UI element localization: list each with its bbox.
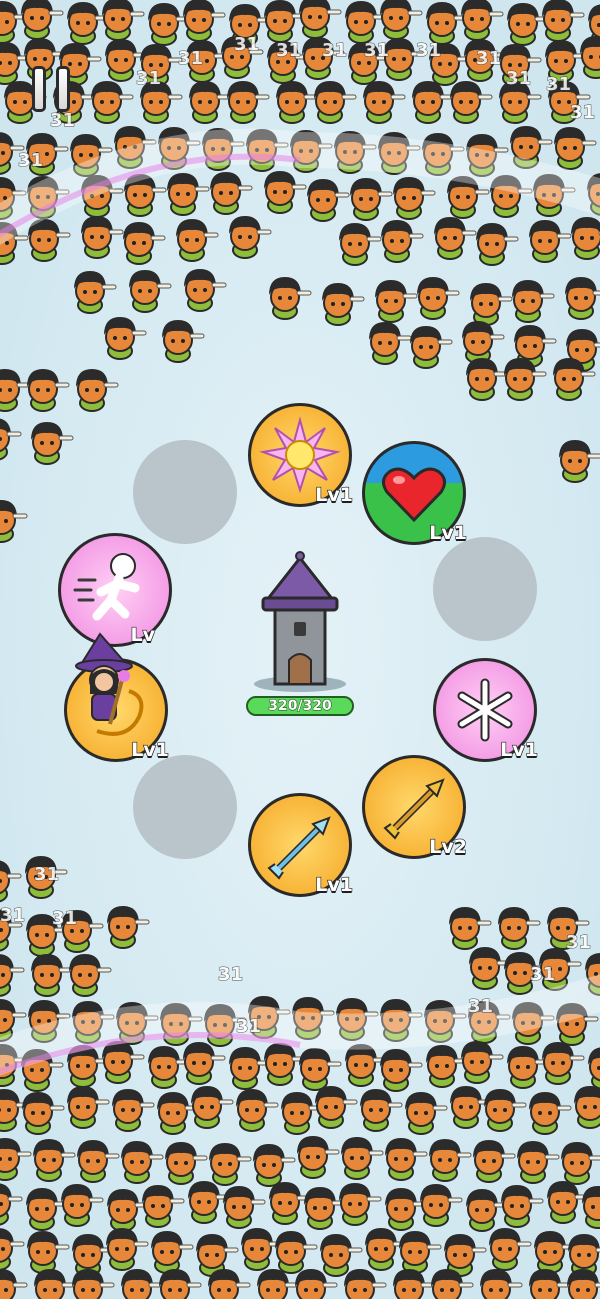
damage-number: 31 [51, 908, 78, 930]
tower-health-bar: 320/320 [246, 696, 354, 716]
damage-number: 31 [17, 150, 44, 172]
skill-slot-speed[interactable]: Lv [58, 533, 172, 647]
skill-slot-heart[interactable]: Lv1 [362, 441, 468, 545]
skill-level-label: Lv1 [131, 738, 170, 761]
damage-number: 31 [467, 996, 494, 1018]
caveman-enemy [573, 1085, 600, 1129]
damage-number: 31 [321, 40, 348, 62]
game-stage: Lv1 Lv1 Lv Lv1 Lv1 Lv2 Lv1 320/320 31 31… [0, 0, 600, 1299]
damage-number: 31 [565, 932, 592, 954]
damage-number: 31 [217, 964, 244, 986]
skill-slot-arrow-blue[interactable]: Lv1 [248, 793, 354, 897]
damage-number: 31 [545, 74, 572, 96]
skill-level-label: Lv1 [315, 873, 354, 896]
skill-level-label: Lv1 [315, 483, 354, 506]
tower [254, 551, 346, 692]
damage-number: 31 [475, 48, 502, 70]
skill-slot-sun[interactable]: Lv1 [248, 403, 354, 507]
damage-number: 31 [529, 964, 556, 986]
empty-skill-slot[interactable] [133, 755, 237, 859]
damage-number: 31 [569, 102, 596, 124]
skill-level-label: Lv2 [429, 835, 468, 858]
pause-icon-bar [56, 66, 70, 112]
damage-number: 31 [415, 40, 442, 62]
damage-number: 31 [49, 110, 76, 132]
pause-button[interactable] [26, 64, 78, 116]
health-text: 320/320 [268, 698, 333, 715]
empty-skill-slot[interactable] [133, 440, 237, 544]
damage-number: 31 [275, 40, 302, 62]
damage-number: 31 [363, 40, 390, 62]
skill-slot-arrow-gold[interactable]: Lv2 [362, 755, 468, 859]
empty-skill-slot[interactable] [433, 537, 537, 641]
skill-slot-frost[interactable]: Lv1 [433, 658, 539, 762]
damage-number: 31 [33, 864, 60, 886]
caveman-enemy [570, 216, 600, 260]
damage-number: 31 [135, 68, 162, 90]
damage-number: 31 [235, 1016, 262, 1038]
witch-hero [75, 632, 133, 725]
damage-number: 31 [177, 48, 204, 70]
damage-number: 31 [505, 68, 532, 90]
skill-level-label: Lv1 [500, 738, 539, 761]
damage-number: 31 [233, 34, 260, 56]
damage-number: 31 [0, 905, 26, 927]
skill-level-label: Lv1 [429, 521, 468, 544]
pause-icon [32, 66, 46, 112]
